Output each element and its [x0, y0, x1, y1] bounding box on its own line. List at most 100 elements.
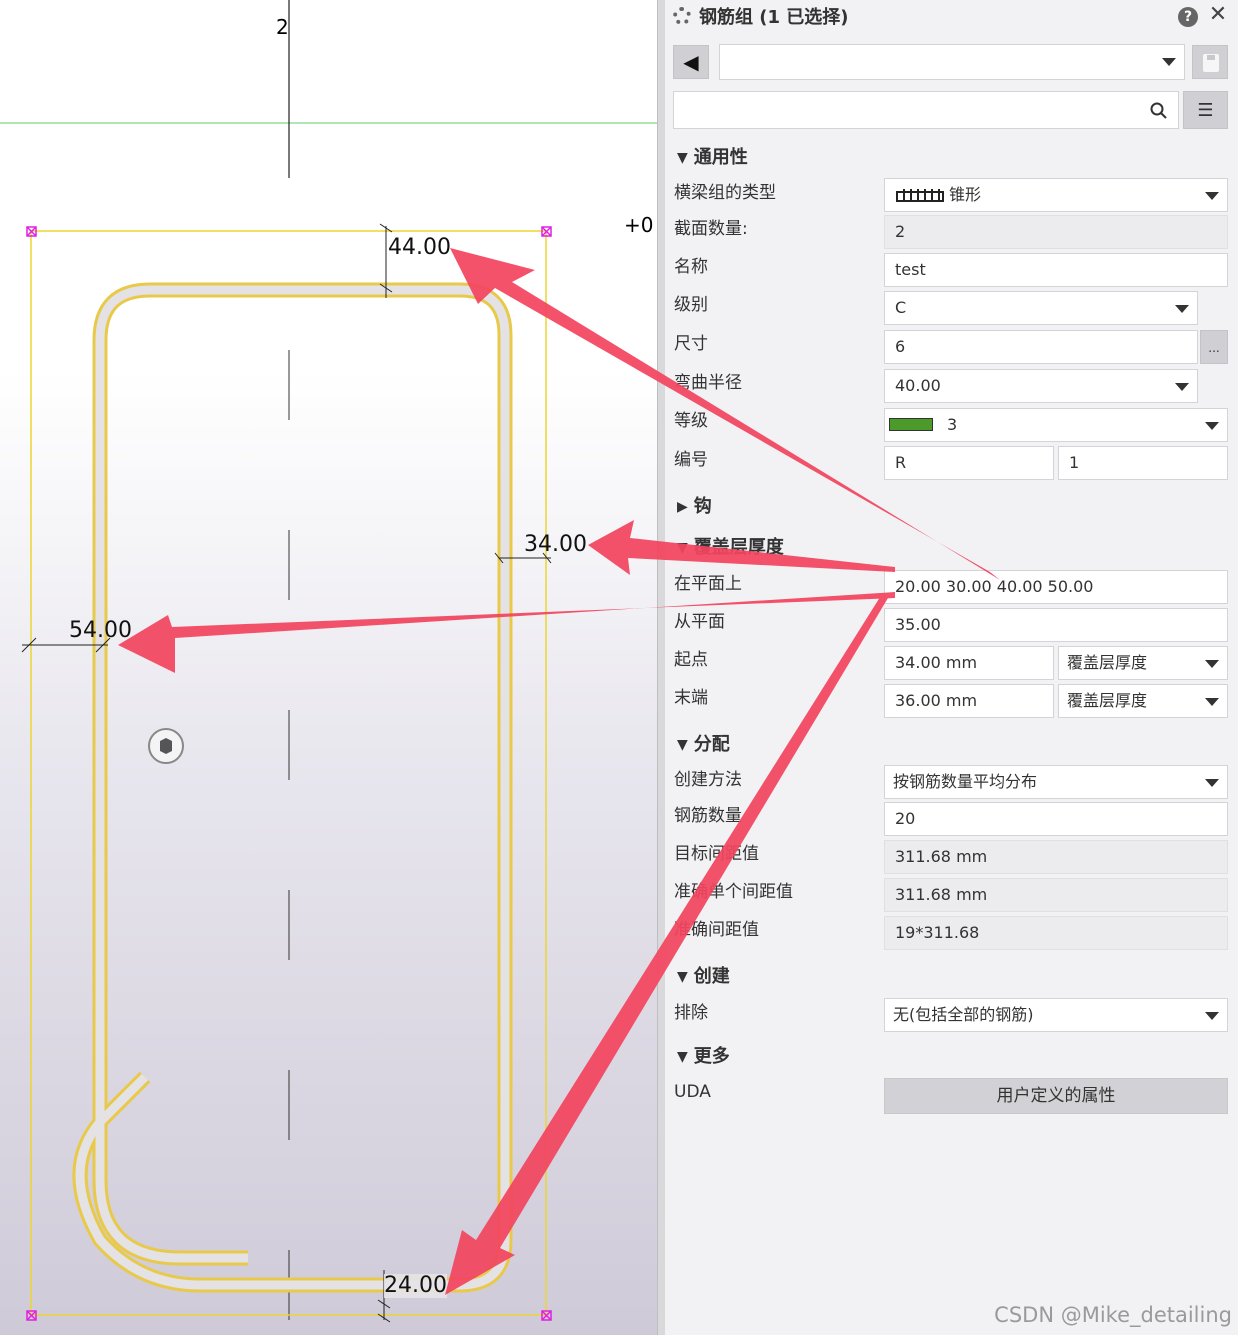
label-from-plane: 从平面	[674, 612, 725, 632]
menu-icon: ☰	[1197, 100, 1214, 121]
target-spacing-field: 311.68 mm	[884, 840, 1228, 874]
label-name: 名称	[674, 257, 708, 277]
label-section-count: 截面数量:	[674, 219, 748, 239]
start-cover-input[interactable]: 34.00 mm	[884, 646, 1054, 680]
section-more[interactable]: ▼ 更多	[677, 1045, 730, 1069]
section-cover[interactable]: ▼ 覆盖层厚度	[677, 536, 784, 560]
panel-title: 钢筋组 (1 已选择)	[673, 6, 849, 30]
label-exact-single-spacing: 准确单个间距值	[674, 882, 793, 902]
section-hooks-label: 钩	[693, 496, 712, 517]
size-input[interactable]: 6	[884, 330, 1198, 364]
collapsed-triangle-icon: ▶	[677, 499, 688, 515]
class-select[interactable]: 3	[884, 408, 1228, 442]
exact-single-spacing-field: 311.68 mm	[884, 878, 1228, 912]
grid-label-plus0: +0	[624, 213, 654, 237]
bend-radius-value: 40.00	[895, 376, 941, 395]
save-icon	[1203, 54, 1219, 72]
label-uda: UDA	[674, 1082, 711, 1102]
dimension-top[interactable]: 44.00	[388, 236, 451, 260]
model-viewport[interactable]: 2 +0 44.00 34.00 54.00 24.00	[0, 0, 657, 1335]
in-plane-cover-input[interactable]: 20.00 30.00 40.00 50.00	[884, 570, 1228, 604]
section-distribution-label: 分配	[693, 734, 730, 755]
bend-radius-select[interactable]: 40.00	[884, 369, 1198, 403]
label-method: 创建方法	[674, 770, 742, 790]
from-plane-cover-input[interactable]: 35.00	[884, 608, 1228, 642]
label-start: 起点	[674, 650, 708, 670]
exclude-select[interactable]: 无(包括全部的钢筋)	[884, 998, 1228, 1032]
name-input[interactable]: test	[884, 253, 1228, 287]
end-cover-type-value: 覆盖层厚度	[1067, 691, 1148, 710]
class-color-swatch	[889, 418, 933, 431]
exclude-value: 无(包括全部的钢筋)	[893, 1005, 1034, 1024]
expand-triangle-icon: ▼	[677, 150, 688, 166]
dimension-bottom[interactable]: 24.00	[384, 1274, 447, 1298]
chevron-down-icon	[1175, 383, 1189, 391]
group-type-value: 锥形	[949, 185, 982, 204]
label-end: 末端	[674, 688, 708, 708]
section-creation-label: 创建	[693, 966, 730, 987]
back-button[interactable]: ◀	[673, 45, 709, 79]
section-distribution[interactable]: ▼ 分配	[677, 733, 730, 757]
exact-spacing-field: 19*311.68	[884, 916, 1228, 950]
creation-method-select[interactable]: 按钢筋数量平均分布	[884, 765, 1228, 799]
numbering-prefix-input[interactable]: R	[884, 446, 1054, 480]
creation-method-value: 按钢筋数量平均分布	[893, 772, 1038, 791]
label-exclude: 排除	[674, 1003, 708, 1023]
section-creation[interactable]: ▼ 创建	[677, 965, 730, 989]
section-more-label: 更多	[693, 1046, 730, 1067]
label-group-type: 横梁组的类型	[674, 183, 776, 203]
section-count-field: 2	[884, 215, 1228, 249]
expand-triangle-icon: ▼	[677, 737, 688, 753]
back-arrow-icon: ◀	[683, 50, 699, 74]
grade-value: C	[895, 298, 907, 317]
start-cover-type-select[interactable]: 覆盖层厚度	[1058, 646, 1228, 680]
end-cover-type-select[interactable]: 覆盖层厚度	[1058, 684, 1228, 718]
search-input[interactable]	[673, 91, 1179, 129]
chevron-down-icon	[1162, 58, 1176, 66]
user-defined-attributes-button[interactable]: 用户定义的属性	[884, 1078, 1228, 1114]
tapered-bar-icon	[896, 189, 944, 202]
save-button[interactable]	[1192, 45, 1228, 79]
label-target-spacing: 目标间距值	[674, 844, 759, 864]
menu-button[interactable]: ☰	[1183, 91, 1228, 129]
start-cover-type-value: 覆盖层厚度	[1067, 653, 1148, 672]
chevron-down-icon	[1205, 422, 1219, 430]
search-icon	[1150, 102, 1167, 119]
chevron-down-icon	[1205, 1012, 1219, 1020]
rebar-count-input[interactable]: 20	[884, 802, 1228, 836]
chevron-down-icon	[1175, 305, 1189, 313]
size-browse-button[interactable]: ...	[1200, 330, 1228, 364]
label-size: 尺寸	[674, 334, 708, 354]
watermark: CSDN @Mike_detailing	[994, 1303, 1232, 1327]
section-general[interactable]: ▼ 通用性	[677, 146, 748, 170]
dimension-left[interactable]: 54.00	[69, 619, 132, 643]
close-icon[interactable]: ✕	[1208, 4, 1228, 26]
help-icon[interactable]: ?	[1178, 7, 1198, 27]
label-bend-radius: 弯曲半径	[674, 373, 742, 393]
label-class: 等级	[674, 411, 708, 431]
rebar-body	[75, 285, 510, 1290]
label-numbering: 编号	[674, 450, 708, 470]
end-cover-input[interactable]: 36.00 mm	[884, 684, 1054, 718]
class-value: 3	[947, 415, 958, 434]
label-exact-spacing: 准确间距值	[674, 920, 759, 940]
group-type-select[interactable]: 锥形	[884, 178, 1228, 212]
properties-panel: 钢筋组 (1 已选择) ? ✕ ◀ ☰ ▼ 通用性 横梁组的类型 锥形 截面数量:…	[665, 0, 1238, 1335]
section-cover-label: 覆盖层厚度	[693, 537, 784, 558]
chevron-down-icon	[1205, 192, 1219, 200]
chevron-down-icon	[1205, 779, 1219, 787]
dimension-right[interactable]: 34.00	[524, 533, 587, 557]
chevron-down-icon	[1205, 698, 1219, 706]
numbering-start-input[interactable]: 1	[1058, 446, 1228, 480]
grade-select[interactable]: C	[884, 291, 1198, 325]
grid-label-2: 2	[276, 15, 289, 39]
model-drawing	[0, 0, 657, 1335]
gear-icon[interactable]	[673, 7, 691, 25]
rebar-outline	[72, 282, 513, 1293]
section-hooks[interactable]: ▶ 钩	[677, 495, 712, 519]
preset-select[interactable]	[719, 44, 1185, 80]
label-count: 钢筋数量	[674, 806, 742, 826]
label-in-plane: 在平面上	[674, 574, 742, 594]
section-general-label: 通用性	[693, 147, 748, 168]
panel-splitter[interactable]	[657, 0, 665, 1335]
